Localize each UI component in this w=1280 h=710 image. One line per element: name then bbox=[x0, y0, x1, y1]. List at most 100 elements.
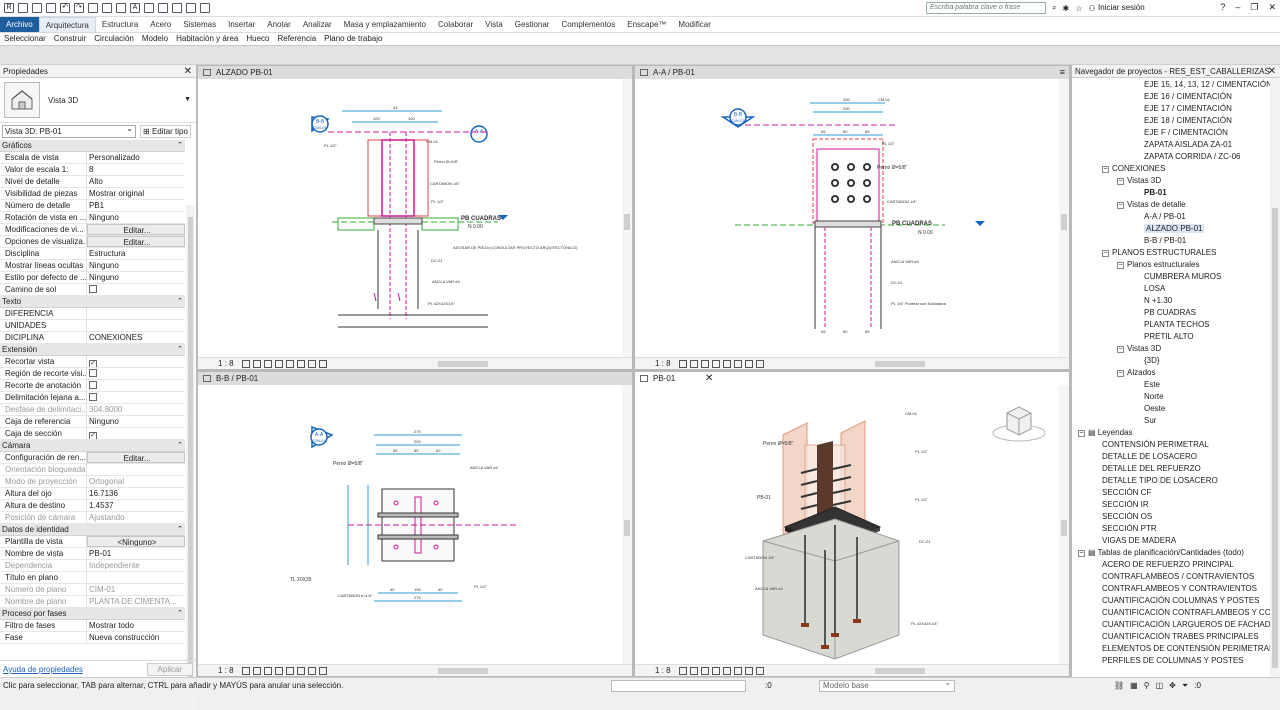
property-value[interactable]: Nueva construcción bbox=[87, 632, 185, 643]
browser-node[interactable]: Sur bbox=[1144, 416, 1156, 426]
property-group-header[interactable]: Cámara ⌃ bbox=[0, 440, 185, 452]
tree-toggle-icon[interactable]: − bbox=[1102, 250, 1109, 257]
print-icon[interactable] bbox=[88, 3, 98, 13]
view-tab[interactable]: ALZADO PB-01 bbox=[198, 66, 632, 79]
property-value[interactable]: PB1 bbox=[87, 200, 185, 211]
property-checkbox[interactable] bbox=[89, 393, 97, 401]
view-tab[interactable]: A-A / PB-01 ≡ bbox=[635, 66, 1069, 79]
app-menu-icon[interactable]: R bbox=[4, 3, 14, 13]
view-scale[interactable]: 1 : 8 bbox=[198, 666, 236, 675]
tree-toggle-icon[interactable]: − bbox=[1102, 166, 1109, 173]
drawing-canvas[interactable]: B-B CIM-01 A-A 43 100 100 PB CUADRAS N 0… bbox=[198, 79, 622, 357]
ribbon-panel-label[interactable]: Referencia bbox=[273, 33, 320, 45]
browser-node[interactable]: ACERO DE REFUERZO PRINCIPAL bbox=[1102, 560, 1234, 570]
ribbon-panel-label[interactable]: Habitación y área bbox=[172, 33, 242, 45]
ribbon-tab[interactable]: Modificar bbox=[672, 17, 716, 32]
browser-node[interactable]: CONTRAFLAMBEOS / CONTRAVIENTOS bbox=[1102, 572, 1254, 582]
property-value[interactable]: Ninguno bbox=[87, 416, 185, 427]
open-icon[interactable] bbox=[18, 3, 28, 13]
ribbon-panel-label[interactable]: Construir bbox=[50, 33, 90, 45]
browser-node[interactable]: EJE 17 / CIMENTACIÓN bbox=[1144, 104, 1232, 114]
browser-node[interactable]: EJE 15, 14, 13, 12 / CIMENTACIÓN bbox=[1144, 80, 1270, 90]
browser-node[interactable]: DETALLE TIPO DE LOSACERO bbox=[1102, 476, 1218, 486]
browser-node[interactable]: N +1.30 bbox=[1144, 296, 1172, 306]
apply-button[interactable]: Aplicar bbox=[146, 662, 193, 676]
browser-node[interactable]: − ▤ Tablas de planificación/Cantidades (t… bbox=[1078, 548, 1244, 558]
viewport-section-bb[interactable]: B-B / PB-01 A-A CIM-01 275 200 55 85 60 bbox=[198, 372, 632, 676]
ribbon-tab[interactable]: Insertar bbox=[222, 17, 261, 32]
filter-icon[interactable]: ⏷ bbox=[1182, 681, 1188, 691]
show-crop-icon[interactable] bbox=[297, 666, 305, 675]
tree-toggle-icon[interactable]: − bbox=[1078, 550, 1085, 557]
search-icon[interactable]: ⌕ bbox=[1052, 3, 1056, 13]
property-edit-button[interactable]: Editar... bbox=[87, 452, 185, 463]
ribbon-panel-label[interactable]: Plano de trabajo bbox=[320, 33, 386, 45]
tree-toggle-icon[interactable]: − bbox=[1078, 430, 1085, 437]
property-checkbox[interactable]: ✓ bbox=[89, 360, 97, 367]
drawing-canvas[interactable]: CM-01 Perno Ø=5/8" PB-01 PL 1/2" PL 1/2"… bbox=[635, 385, 1059, 664]
collapse-icon[interactable]: ⌃ bbox=[177, 344, 183, 356]
browser-node[interactable]: CONTENSIÓN PERIMETRAL bbox=[1102, 440, 1209, 450]
measure-icon[interactable] bbox=[102, 3, 112, 13]
property-group-header[interactable]: Extensión ⌃ bbox=[0, 344, 185, 356]
browser-node[interactable]: SECCIÓN IR bbox=[1102, 500, 1149, 510]
browser-node[interactable]: PERFILES DE COLUMNAS Y POSTES bbox=[1102, 656, 1244, 666]
vertical-scrollbar[interactable] bbox=[1059, 79, 1069, 357]
section-marker[interactable]: B-B CIM-01 bbox=[311, 115, 330, 133]
browser-node[interactable]: A-A / PB-01 bbox=[1144, 212, 1186, 222]
sun-path-icon[interactable] bbox=[264, 666, 272, 675]
property-value[interactable] bbox=[87, 284, 185, 295]
property-value[interactable]: 1.4537 bbox=[87, 500, 185, 511]
property-edit-button[interactable]: Editar... bbox=[87, 236, 185, 247]
ribbon-tab[interactable]: Enscape™ bbox=[621, 17, 672, 32]
browser-node[interactable]: PB CUADRAS bbox=[1144, 308, 1196, 318]
ribbon-tab[interactable]: Complementos bbox=[555, 17, 621, 32]
tree-toggle-icon[interactable]: − bbox=[1117, 202, 1124, 209]
property-group-header[interactable]: Gráficos ⌃ bbox=[0, 140, 185, 152]
ribbon-tab[interactable]: Vista bbox=[479, 17, 509, 32]
horizontal-scrollbar[interactable] bbox=[875, 668, 925, 674]
property-value[interactable]: Alto bbox=[87, 176, 185, 187]
section-marker[interactable]: B-B CIM-01 bbox=[720, 108, 756, 128]
close-icon[interactable]: ✕ bbox=[1268, 65, 1276, 78]
property-value[interactable]: 8 bbox=[87, 164, 185, 175]
horizontal-scrollbar[interactable] bbox=[438, 668, 488, 674]
visual-style-icon[interactable] bbox=[690, 666, 698, 675]
help-icon[interactable]: ? bbox=[1220, 2, 1225, 13]
property-value[interactable] bbox=[87, 368, 185, 379]
browser-node[interactable]: DETALLE DE LOSACERO bbox=[1102, 452, 1197, 462]
ribbon-panel-label[interactable]: Seleccionar bbox=[0, 33, 50, 45]
property-value[interactable]: ✓ bbox=[87, 356, 185, 367]
select-by-face-icon[interactable]: ◫ bbox=[1156, 681, 1164, 691]
browser-node[interactable]: SECCIÓN OS bbox=[1102, 512, 1152, 522]
horizontal-scrollbar[interactable] bbox=[438, 361, 488, 367]
property-value[interactable]: Ninguno bbox=[87, 272, 185, 283]
browser-node[interactable]: SECCIÓN PTR bbox=[1102, 524, 1157, 534]
temp-hide-icon[interactable] bbox=[308, 666, 316, 675]
browser-node[interactable]: DETALLE DEL REFUERZO bbox=[1102, 464, 1201, 474]
browser-node[interactable]: − ▤ Leyendas bbox=[1078, 428, 1132, 438]
section-icon[interactable] bbox=[158, 3, 168, 13]
ribbon-tab[interactable]: Masa y emplazamiento bbox=[338, 17, 432, 32]
browser-node[interactable]: EJE F / CIMENTACIÓN bbox=[1144, 128, 1228, 138]
design-option-dropdown[interactable]: Modelo base bbox=[819, 678, 955, 692]
browser-node[interactable]: − Planos estructurales bbox=[1117, 260, 1199, 270]
temp-hide-icon[interactable] bbox=[745, 666, 753, 675]
viewport-3d[interactable]: PB-01 ✕ CM-01 Perno Ø=5/8" PB-01 PL 1/2"… bbox=[635, 372, 1069, 676]
select-links-icon[interactable]: ⛓ bbox=[1114, 681, 1124, 691]
browser-node[interactable]: Este bbox=[1144, 380, 1160, 390]
browser-node[interactable]: EJE 16 / CIMENTACIÓN bbox=[1144, 92, 1232, 102]
detail-level-icon[interactable] bbox=[242, 359, 250, 368]
property-value[interactable]: ✓ bbox=[87, 428, 185, 439]
property-value[interactable]: CONEXIONES bbox=[87, 332, 185, 343]
browser-scrollbar[interactable] bbox=[1270, 78, 1280, 677]
close-hidden-icon[interactable] bbox=[186, 3, 196, 13]
view-scale[interactable]: 1 : 8 bbox=[635, 666, 673, 675]
shadows-icon[interactable] bbox=[712, 359, 720, 368]
property-value[interactable] bbox=[87, 308, 185, 319]
browser-node[interactable]: CUMBRERA MUROS bbox=[1144, 272, 1221, 282]
redo-icon[interactable]: ↷ bbox=[74, 3, 84, 13]
shadows-icon[interactable] bbox=[275, 666, 283, 675]
browser-node[interactable]: PRETIL ALTO bbox=[1144, 332, 1194, 342]
detail-level-icon[interactable] bbox=[679, 359, 687, 368]
